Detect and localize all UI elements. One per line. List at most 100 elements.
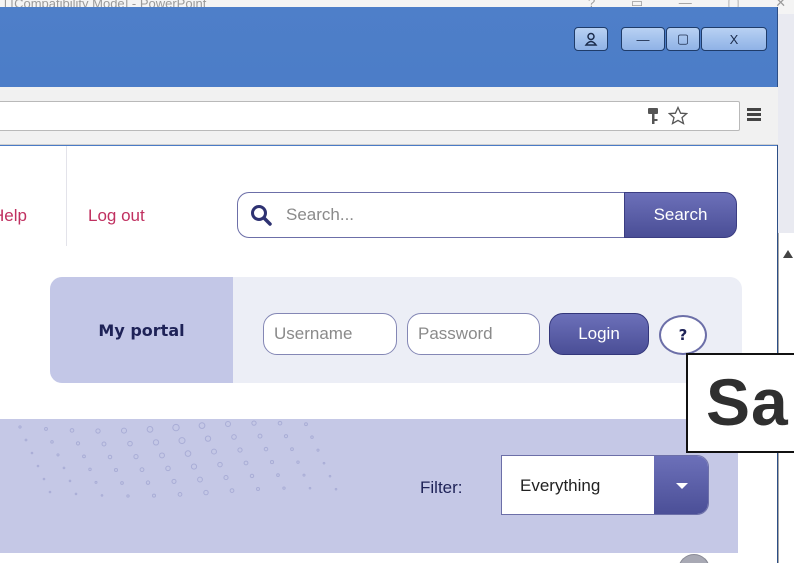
decorative-dot [237, 447, 243, 453]
decorative-dot [121, 427, 127, 434]
decorative-dot [178, 437, 186, 445]
decorative-dot [257, 433, 263, 439]
decorative-dot [152, 493, 156, 498]
browser-titlebar: — ▢ X [0, 7, 778, 87]
decorative-dot [190, 463, 198, 470]
decorative-dot [94, 480, 98, 484]
decorative-dot [290, 447, 294, 452]
decorative-dot [171, 478, 177, 484]
decorative-dot [308, 486, 312, 490]
search-icon [251, 205, 272, 226]
maximize-button[interactable]: ▢ [666, 27, 700, 51]
minimize-icon: — [636, 31, 650, 47]
decorative-dot [256, 486, 260, 491]
address-bar[interactable] [0, 101, 740, 131]
decorative-dot [172, 423, 180, 432]
decorative-dot [197, 476, 203, 483]
scroll-handle[interactable] [678, 554, 710, 563]
decorative-dot [107, 454, 113, 460]
decorative-dot [50, 440, 54, 444]
search-input[interactable] [286, 193, 616, 237]
decorative-dots [18, 420, 338, 498]
password-field[interactable] [407, 313, 540, 355]
decorative-dot [269, 460, 275, 465]
decorative-dot [68, 479, 72, 483]
nav-logout-link[interactable]: Log out [88, 206, 145, 226]
scroll-up-arrow-icon[interactable] [783, 250, 793, 258]
decorative-dot [100, 494, 104, 497]
decorative-dot [82, 454, 86, 459]
portal-login-panel: My portal Login ? [50, 277, 742, 383]
decorative-dot [101, 441, 107, 447]
decorative-dot [113, 467, 119, 473]
decorative-dot [231, 434, 237, 440]
decorative-dot [225, 420, 231, 427]
decorative-dot [95, 428, 101, 434]
decorative-dot [133, 454, 139, 460]
decorative-dot [48, 490, 52, 494]
filter-band: Filter: Everything [0, 419, 738, 553]
decorative-dot [18, 425, 22, 429]
decorative-dot [145, 480, 151, 485]
search-box: Search [237, 192, 737, 238]
background-slide-text: Sa [706, 365, 789, 439]
decorative-dot [229, 488, 235, 493]
decorative-dot [276, 473, 280, 477]
decorative-dot [304, 422, 308, 427]
decorative-dot [177, 492, 183, 497]
portal-help-button[interactable]: ? [659, 315, 707, 355]
username-field[interactable] [263, 313, 397, 355]
decorative-dot [251, 420, 257, 426]
decorative-dot [302, 473, 306, 477]
decorative-dot [203, 489, 209, 496]
portal-title: My portal [50, 277, 233, 383]
filter-value: Everything [520, 476, 601, 495]
decorative-dot [74, 492, 78, 496]
decorative-dot [69, 428, 75, 433]
decorative-dot [328, 474, 332, 478]
filter-label: Filter: [420, 478, 463, 497]
decorative-dot [277, 420, 283, 426]
background-slide-text-box: Sa [686, 353, 794, 453]
screen: l [Compatibility Mode] - PowerPoint ? ▭ … [0, 0, 794, 563]
decorative-dot [56, 453, 60, 457]
decorative-dot [282, 486, 286, 490]
decorative-dot [126, 494, 130, 498]
decorative-dot [44, 426, 48, 431]
decorative-dot [249, 473, 255, 479]
decorative-dot [334, 487, 338, 491]
decorative-dot [36, 464, 40, 468]
search-button[interactable]: Search [624, 192, 737, 238]
filter-dropdown[interactable]: Everything [501, 455, 709, 515]
profile-button[interactable] [574, 27, 608, 51]
decorative-dot [184, 450, 192, 457]
decorative-dot [24, 438, 28, 442]
decorative-dot [139, 467, 145, 473]
decorative-dot [146, 426, 154, 433]
address-bar-row [0, 87, 778, 145]
key-icon[interactable] [646, 107, 660, 125]
decorative-dot [322, 461, 326, 465]
decorative-dot [120, 481, 124, 485]
browser-window: — ▢ X Help Log out [0, 7, 778, 563]
nav-help-link[interactable]: Help [0, 206, 27, 226]
decorative-dot [30, 451, 34, 455]
browser-menu-icon[interactable] [747, 108, 761, 122]
bookmark-star-icon[interactable] [668, 106, 688, 126]
decorative-dot [283, 434, 289, 439]
minimize-button[interactable]: — [621, 27, 665, 51]
close-button[interactable]: X [701, 27, 767, 51]
chevron-down-icon [676, 483, 688, 489]
decorative-dot [217, 461, 223, 468]
web-page: Help Log out Search My portal Login ? Fi… [0, 146, 777, 563]
decorative-dot [62, 466, 66, 470]
decorative-dot [127, 440, 133, 447]
decorative-dot [152, 439, 160, 446]
dropdown-arrow-button[interactable] [654, 456, 708, 514]
decorative-dot [204, 435, 212, 442]
nav-divider [66, 146, 67, 246]
login-button[interactable]: Login [549, 313, 649, 355]
decorative-dot [42, 477, 46, 481]
decorative-dot [165, 465, 171, 472]
search-field[interactable] [237, 192, 629, 238]
